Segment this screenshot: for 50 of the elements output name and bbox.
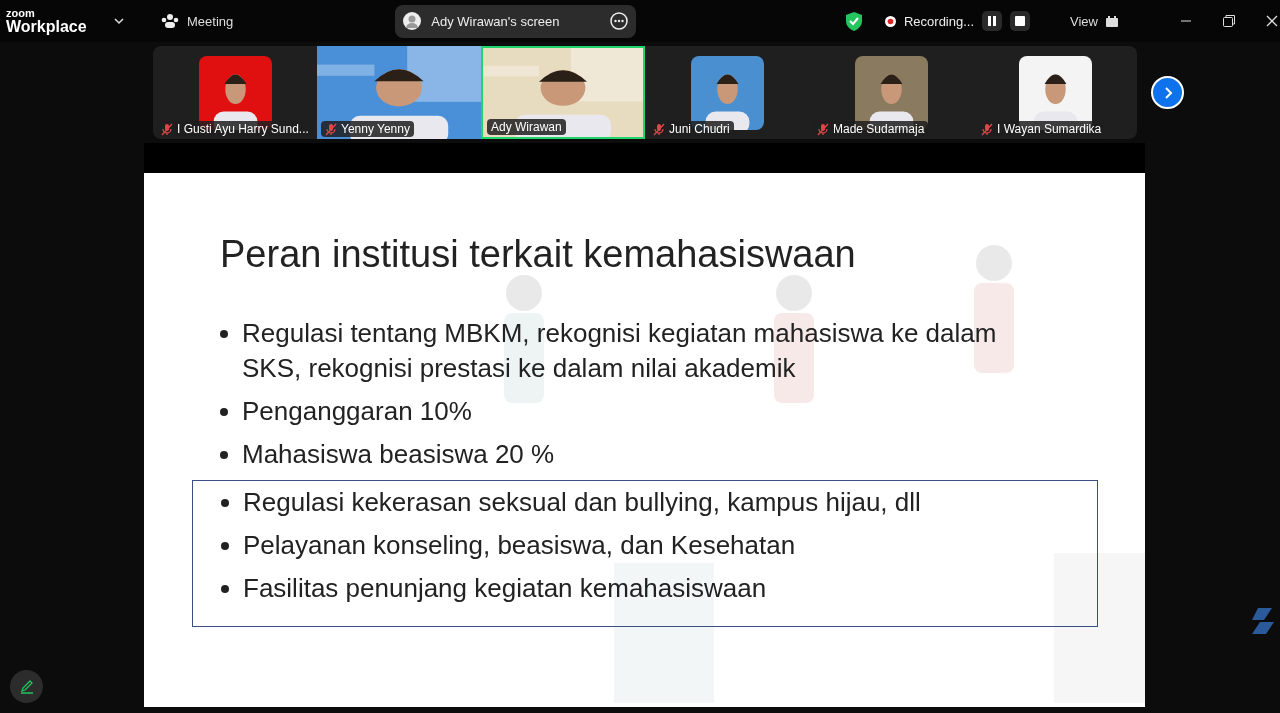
muted-mic-icon [325, 122, 337, 136]
bullet-text: Penganggaran 10% [242, 395, 472, 428]
participant-tile[interactable]: Ady Wirawan [481, 46, 645, 139]
annotate-button[interactable] [10, 670, 43, 703]
app-logo-top: zoom [6, 7, 36, 19]
avatar-icon [403, 12, 422, 30]
pause-icon [987, 16, 998, 26]
participant-tile[interactable]: Made Sudarmaja [809, 46, 973, 139]
bullet-text: Regulasi tentang MBKM, rekognisi kegiatan mahasiswa ke dalam SKS, rekognisi prestasi ke dalam nilai akademik [242, 317, 998, 385]
bullet-dot [221, 542, 229, 550]
shield-check-icon [844, 11, 863, 31]
people-icon [161, 13, 179, 29]
participant-tile[interactable]: I Gusti Ayu Harry Sund... [153, 46, 317, 139]
stop-icon [1015, 16, 1026, 26]
next-page-button[interactable] [1151, 76, 1184, 109]
muted-mic-icon [981, 122, 993, 136]
bullet-dot [220, 330, 228, 338]
participant-tile[interactable]: Yenny Yenny [317, 46, 481, 139]
participant-tile[interactable]: Juni Chudri [645, 46, 809, 139]
close-icon [1266, 15, 1278, 27]
stop-button[interactable] [1010, 11, 1031, 31]
recording-label: Recording... [903, 13, 975, 29]
meeting-menu[interactable]: Meeting [157, 11, 238, 31]
recording-dot-icon [884, 15, 896, 27]
restore-icon [1222, 14, 1236, 28]
bullet-dot [221, 499, 229, 507]
participant-tile[interactable]: I Wayan Sumardika [973, 46, 1137, 139]
screen-share-pill[interactable]: Ady Wirawan's screen [395, 4, 637, 38]
app-logo-name: Workplace [6, 18, 88, 35]
share-label: Ady Wirawan's screen [431, 13, 561, 29]
muted-mic-icon [161, 122, 173, 136]
bullet-dot [221, 585, 229, 593]
participant-name: Ady Wirawan [487, 119, 566, 135]
slide-title: Peran institusi terkait kemahasiswaan [220, 233, 857, 276]
bullet-text: Regulasi kekerasan seksual dan bullying, kampus hijau, dll [243, 486, 921, 519]
bullet-text: Fasilitas penunjang kegiatan kemahasiswaan [243, 572, 767, 605]
muted-mic-icon [653, 122, 665, 136]
more-icon[interactable] [610, 12, 629, 30]
restore-button[interactable] [1220, 12, 1238, 30]
bullet-text: Pelayanan konseling, beasiswa, dan Kesehatan [243, 529, 796, 562]
pause-button[interactable] [982, 11, 1003, 31]
grid-icon [1106, 15, 1118, 27]
bullet-dot [220, 408, 228, 416]
bullet-text: Mahasiswa beasiswa 20 % [242, 438, 555, 471]
participant-name: Yenny Yenny [321, 121, 414, 137]
muted-mic-icon [817, 122, 829, 136]
app-logo-icon [1250, 606, 1274, 636]
pencil-icon [18, 678, 35, 695]
bullet-dot [220, 451, 228, 459]
view-menu[interactable]: View [1066, 11, 1122, 31]
